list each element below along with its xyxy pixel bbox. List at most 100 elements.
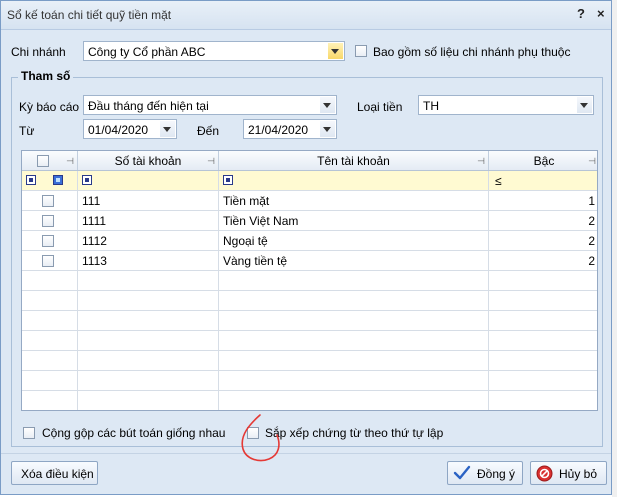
chevron-down-icon[interactable] xyxy=(320,97,335,113)
from-date-picker[interactable]: 01/04/2020 xyxy=(83,119,177,139)
account-text: 1111 xyxy=(82,214,107,228)
empty-row xyxy=(22,271,597,291)
header-account[interactable]: Số tài khoản ⊣ xyxy=(78,151,219,170)
level-text: 1 xyxy=(588,194,595,208)
ok-button[interactable]: Đồng ý xyxy=(447,461,523,485)
level-cell xyxy=(489,391,597,410)
pin-icon[interactable]: ⊣ xyxy=(207,156,215,167)
to-date-value: 21/04/2020 xyxy=(248,123,309,137)
account-cell xyxy=(78,371,219,390)
name-text: Vàng tiền tệ xyxy=(223,254,288,268)
table-row[interactable]: 1112 Ngoại tệ 2 xyxy=(22,231,597,251)
period-combo[interactable]: Đầu tháng đến hiện tại xyxy=(83,95,337,115)
filter-level-cell[interactable]: ≤ xyxy=(489,171,597,190)
account-cell: 1112 xyxy=(78,231,219,250)
header-name[interactable]: Tên tài khoản ⊣ xyxy=(219,151,489,170)
period-label: Kỳ báo cáo xyxy=(19,100,80,114)
name-cell xyxy=(219,371,489,390)
row-select-cell xyxy=(22,251,78,270)
pin-icon[interactable]: ⊣ xyxy=(66,156,74,167)
header-level[interactable]: Bậc ⊣ xyxy=(489,151,597,170)
row-checkbox[interactable] xyxy=(42,255,54,267)
ok-label: Đồng ý xyxy=(477,467,516,481)
row-select-cell xyxy=(22,391,78,410)
cancel-button[interactable]: Hủy bỏ xyxy=(530,461,607,485)
period-value: Đầu tháng đến hiện tại xyxy=(88,99,209,113)
red-hand-drawn-mark xyxy=(241,414,280,462)
accounts-grid: ⊣ Số tài khoản ⊣ Tên tài khoản ⊣ Bậc ⊣ ≤… xyxy=(21,150,598,411)
pin-icon[interactable]: ⊣ xyxy=(477,156,485,167)
table-row[interactable]: 1111 Tiền Việt Nam 2 xyxy=(22,211,597,231)
table-row[interactable]: 1113 Vàng tiền tệ 2 xyxy=(22,251,597,271)
level-cell xyxy=(489,271,597,290)
chevron-down-icon[interactable] xyxy=(320,121,335,137)
chevron-down-icon[interactable] xyxy=(328,43,343,59)
empty-row xyxy=(22,291,597,311)
account-text: 111 xyxy=(82,194,101,208)
pin-icon[interactable]: ⊣ xyxy=(588,156,596,167)
filter-select-cell xyxy=(22,171,78,190)
row-select-cell xyxy=(22,231,78,250)
row-select-cell xyxy=(22,211,78,230)
filter-account-cell[interactable] xyxy=(78,171,219,190)
clear-conditions-button[interactable]: Xóa điều kiện xyxy=(11,461,98,485)
empty-row xyxy=(22,331,597,351)
branch-label: Chi nhánh xyxy=(11,45,66,59)
name-cell xyxy=(219,331,489,350)
row-checkbox[interactable] xyxy=(42,195,54,207)
cancel-label: Hủy bỏ xyxy=(559,467,598,481)
account-cell: 1113 xyxy=(78,251,219,270)
currency-label: Loại tiền xyxy=(357,100,403,114)
help-button[interactable]: ? xyxy=(577,6,585,21)
table-row[interactable]: 111 Tiền mặt 1 xyxy=(22,191,597,211)
header-account-label: Số tài khoản xyxy=(114,154,182,168)
header-level-label: Bậc xyxy=(533,154,555,168)
level-cell: 2 xyxy=(489,211,597,230)
level-cell xyxy=(489,351,597,370)
filter-operator-icon[interactable] xyxy=(82,175,92,185)
close-button[interactable]: × xyxy=(597,6,605,21)
row-checkbox[interactable] xyxy=(42,215,54,227)
account-cell xyxy=(78,351,219,370)
select-all-checkbox[interactable] xyxy=(37,155,49,167)
filter-mode-icon[interactable] xyxy=(53,175,63,185)
name-text: Tiền Việt Nam xyxy=(223,214,299,228)
branch-combo[interactable]: Công ty Cổ phần ABC xyxy=(83,41,345,61)
dialog-title: Sổ kế toán chi tiết quỹ tiền mặt xyxy=(7,8,172,22)
account-cell xyxy=(78,271,219,290)
currency-value: TH xyxy=(423,99,439,113)
filter-level-operator[interactable]: ≤ xyxy=(495,174,502,188)
name-cell: Ngoại tệ xyxy=(219,231,489,250)
header-name-label: Tên tài khoản xyxy=(317,154,390,168)
branch-value: Công ty Cổ phần ABC xyxy=(88,45,206,59)
include-dependent-checkbox[interactable] xyxy=(355,45,367,57)
title-bar: Sổ kế toán chi tiết quỹ tiền mặt ? × xyxy=(1,1,611,30)
level-text: 2 xyxy=(588,234,595,248)
account-cell xyxy=(78,331,219,350)
params-group-title: Tham số xyxy=(18,69,74,83)
currency-combo[interactable]: TH xyxy=(418,95,594,115)
filter-operator-icon[interactable] xyxy=(26,175,36,185)
filter-row: ≤ xyxy=(22,171,597,191)
level-cell xyxy=(489,371,597,390)
to-date-picker[interactable]: 21/04/2020 xyxy=(243,119,337,139)
level-cell xyxy=(489,311,597,330)
level-cell: 2 xyxy=(489,231,597,250)
name-cell xyxy=(219,291,489,310)
footer-separator xyxy=(1,453,611,454)
name-cell xyxy=(219,351,489,370)
chevron-down-icon[interactable] xyxy=(577,97,592,113)
merge-entries-checkbox[interactable] xyxy=(23,427,35,439)
filter-operator-icon[interactable] xyxy=(223,175,233,185)
row-checkbox[interactable] xyxy=(42,235,54,247)
filter-name-cell[interactable] xyxy=(219,171,489,190)
clear-conditions-label: Xóa điều kiện xyxy=(21,467,94,481)
name-cell: Tiền Việt Nam xyxy=(219,211,489,230)
chevron-down-icon[interactable] xyxy=(160,121,175,137)
row-select-cell xyxy=(22,191,78,210)
empty-row xyxy=(22,391,597,410)
row-select-cell xyxy=(22,311,78,330)
from-label: Từ xyxy=(19,124,35,138)
merge-entries-label: Cộng gộp các bút toán giống nhau xyxy=(42,426,226,440)
level-text: 2 xyxy=(588,254,595,268)
